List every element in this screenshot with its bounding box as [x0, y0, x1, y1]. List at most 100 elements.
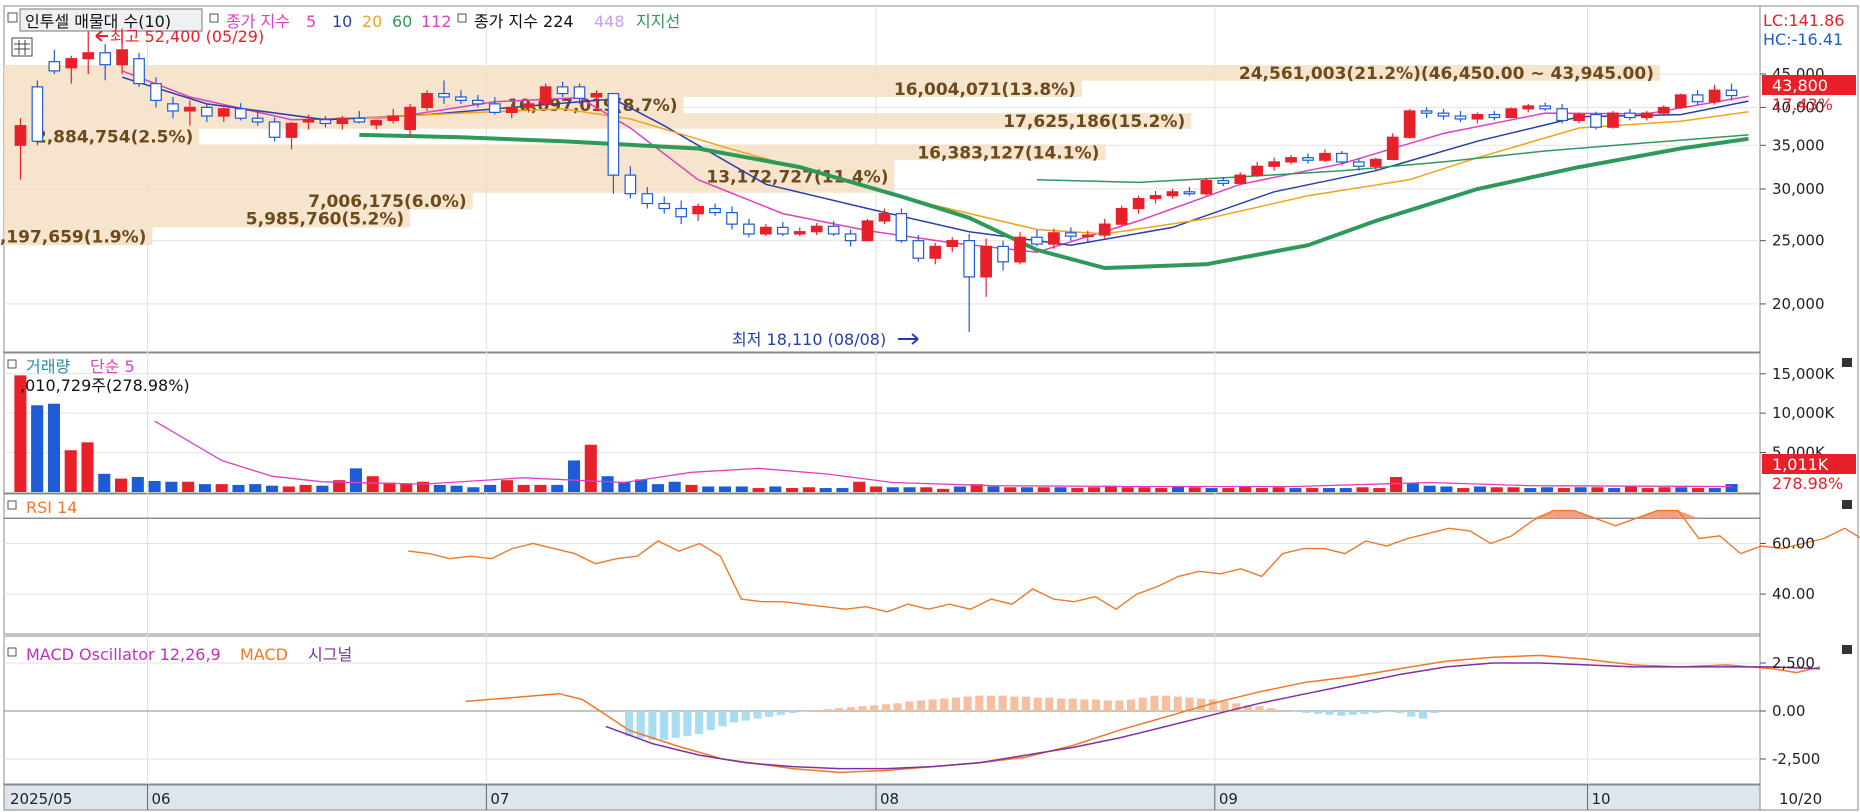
macd-oscillator-bar — [905, 701, 914, 711]
ma-toggle-icon[interactable] — [209, 13, 219, 23]
candle-body — [505, 106, 518, 114]
candle-body — [810, 225, 823, 233]
volume-profile-label: 16,383,127(14.1%) — [917, 143, 1099, 163]
candle-body — [200, 106, 213, 117]
candle-body — [726, 212, 738, 225]
macd-oscillator-bar — [1255, 706, 1264, 711]
high-label: 최고 52,400 (05/29) — [110, 27, 264, 46]
volume-bar — [1557, 488, 1570, 492]
candle-body — [522, 103, 535, 108]
macd-tick-label: -2,500 — [1772, 750, 1820, 768]
rsi-toggle-icon[interactable] — [7, 500, 17, 510]
x-tick-label: 10 — [1592, 790, 1611, 808]
volume-bar — [1440, 486, 1453, 492]
volume-bar — [115, 478, 128, 492]
low-label: 최저 18,110 (08/08) — [732, 330, 886, 349]
macd-oscillator-bar — [1208, 699, 1217, 711]
volume-tick-label: 10,000K — [1772, 404, 1835, 422]
macd-oscillator-bar — [1056, 698, 1066, 711]
volume-bar — [903, 487, 916, 492]
macd-oscillator-bar — [1115, 700, 1124, 711]
macd-oscillator-bar — [1138, 697, 1147, 711]
chart-canvas: 24,561,003(21.2%)(46,450.00 ~ 43,945.00)… — [0, 5, 1860, 811]
candle-body — [404, 106, 416, 131]
macd-oscillator-bar — [753, 711, 762, 719]
volume-bar — [987, 486, 1000, 492]
candle-body — [1319, 152, 1331, 161]
ma224-toggle-icon[interactable] — [457, 13, 467, 23]
macd-oscillator-bar — [928, 699, 937, 711]
volume-panel-close-icon[interactable] — [1842, 358, 1852, 367]
volume-bar — [1457, 488, 1470, 492]
candle-body — [1522, 105, 1535, 110]
macd-oscillator-bar — [1033, 697, 1042, 711]
macd-toggle-icon[interactable] — [7, 647, 17, 657]
price-tick-label: 35,000 — [1772, 136, 1825, 154]
indicator-toggle-icon[interactable] — [7, 12, 18, 23]
volume-bar — [618, 481, 631, 492]
lc-value: LC:141.86 — [1763, 11, 1844, 30]
volume-bar — [148, 480, 161, 492]
lc-hc-readout: LC:141.86 HC:-16.41 — [1763, 11, 1844, 49]
volume-bar — [1641, 488, 1654, 492]
candle-body — [1352, 161, 1365, 167]
candle-body — [1573, 113, 1585, 122]
volume-bar — [1255, 488, 1268, 492]
volume-toggle-icon[interactable] — [7, 359, 17, 369]
candle-body — [607, 92, 620, 176]
macd-tick-label: 2,500 — [1772, 654, 1815, 672]
candle-body — [353, 117, 366, 123]
candle-body — [1031, 236, 1043, 245]
volume-bar — [165, 481, 178, 492]
volume-bar — [182, 481, 195, 492]
volume-bar — [1390, 477, 1403, 492]
volume-bar — [718, 486, 732, 492]
candle-body — [1369, 158, 1382, 167]
candle-body — [1064, 232, 1077, 237]
candle-body — [1505, 108, 1518, 119]
macd-oscillator-bar — [800, 711, 809, 712]
volume-bar — [802, 487, 815, 492]
volume-bar — [1708, 488, 1721, 492]
candle-body — [1607, 112, 1619, 128]
volume-bar — [1524, 488, 1537, 492]
volume-bar — [131, 477, 144, 492]
hc-value: HC:-16.41 — [1763, 30, 1843, 49]
volume-tag-pct: 278.98% — [1772, 474, 1843, 493]
volume-bar — [215, 484, 228, 492]
macd-oscillator-bar — [893, 703, 902, 711]
volume-bar — [920, 487, 933, 492]
macd-panel-close-icon[interactable] — [1842, 645, 1852, 654]
volume-bar — [299, 484, 312, 492]
macd-oscillator-bar — [1325, 711, 1334, 715]
candle-body — [133, 58, 145, 85]
calculator-icon[interactable] — [11, 37, 33, 57]
rsi-panel-frame[interactable] — [3, 493, 1761, 635]
volume-bar — [1037, 487, 1050, 492]
price-tick-label: 20,000 — [1772, 295, 1825, 313]
macd-oscillator-bar — [1150, 695, 1159, 711]
macd-oscillator-bar — [1395, 711, 1404, 713]
volume-bar — [1591, 487, 1604, 492]
candle-body — [1302, 157, 1314, 161]
volume-bar — [98, 473, 111, 492]
candle-body — [743, 223, 755, 235]
macd-oscillator-bar — [1407, 711, 1416, 717]
macd-oscillator-bar — [1162, 695, 1171, 711]
volume-bar — [500, 480, 513, 492]
rsi-panel-close-icon[interactable] — [1842, 500, 1852, 509]
candle-body — [1234, 174, 1247, 184]
change-pct: 17.43% — [1772, 95, 1833, 114]
candle-body — [336, 117, 349, 125]
candle-body — [827, 225, 840, 235]
candle-body — [285, 122, 298, 138]
volume-profile-label: 16,004,071(13.8%) — [894, 80, 1076, 100]
candle-body — [1132, 197, 1145, 210]
rsi-tick-label: 40.00 — [1772, 585, 1815, 603]
volume-bar — [198, 484, 211, 492]
volume-bar — [1624, 486, 1637, 492]
candle-body — [929, 245, 942, 259]
x-tick-label: 10/20 — [1779, 790, 1822, 808]
candle-body — [421, 92, 433, 108]
candle-body — [251, 117, 264, 123]
